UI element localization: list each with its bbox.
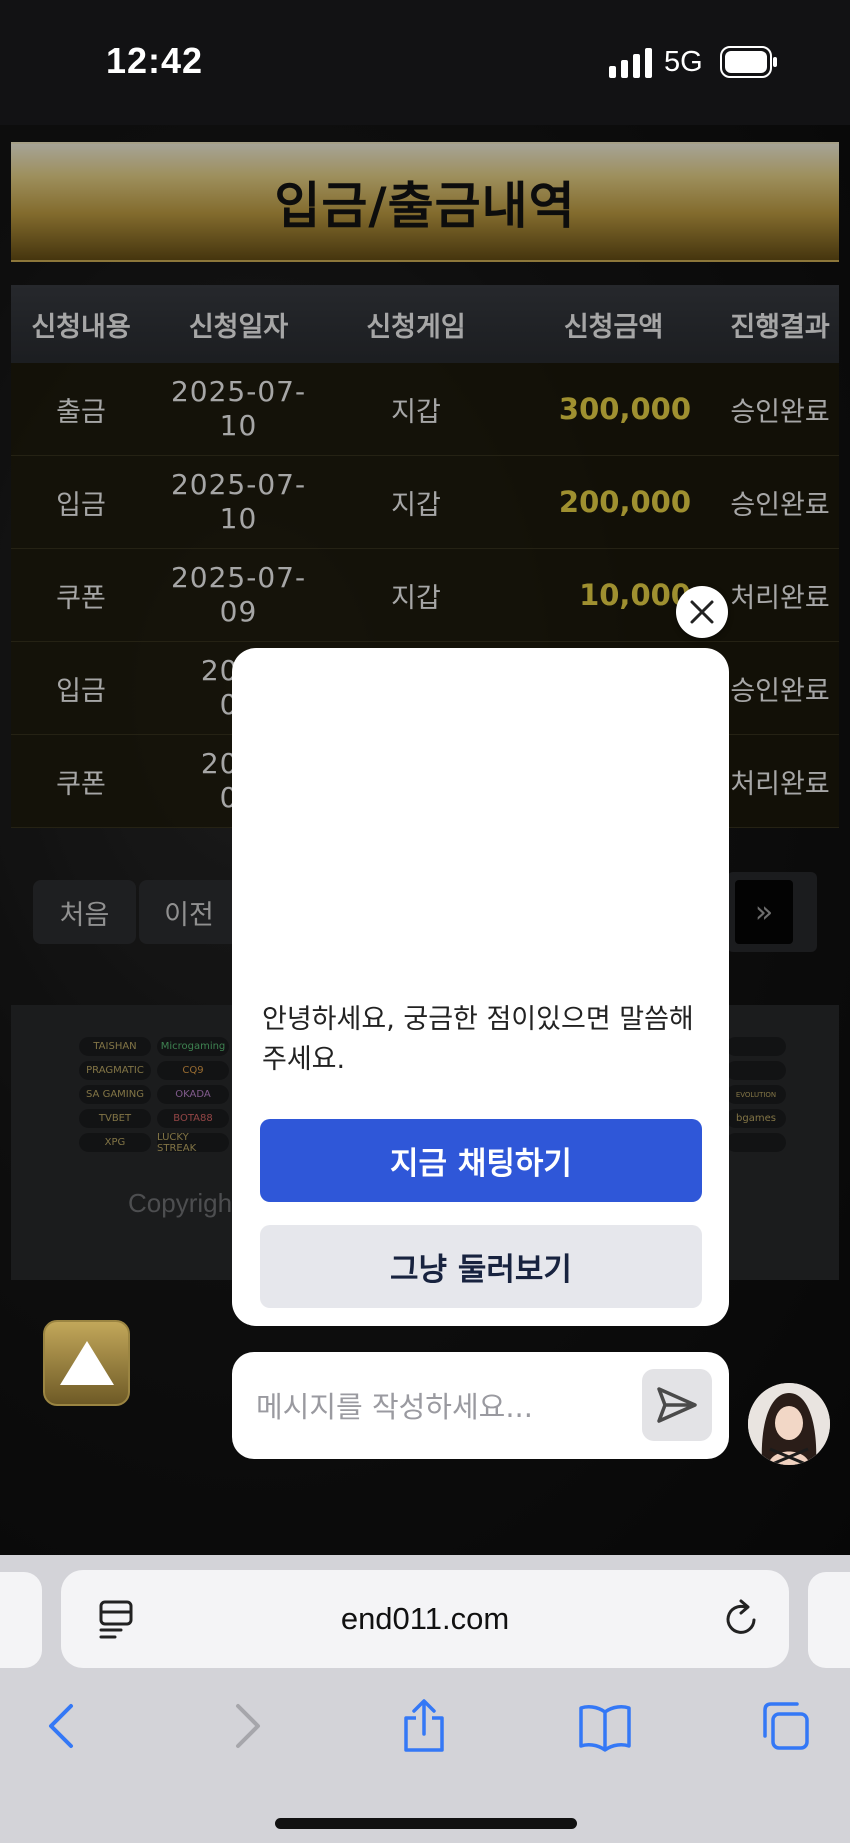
prev-tab-preview[interactable] [0,1572,42,1668]
chat-close-button[interactable] [676,586,728,638]
reload-icon[interactable] [721,1598,761,1640]
tab-overview-icon[interactable] [757,1698,813,1754]
status-time: 12:42 [106,40,204,81]
back-icon[interactable] [35,1698,91,1754]
signal-icon [609,48,652,78]
bookmarks-icon[interactable] [577,1698,633,1754]
chat-popup: 안녕하세요, 궁금한 점이있으면 말씀해주세요. 지금 채팅하기 그냥 둘러보기 [232,648,729,1326]
message-input-box[interactable]: 메시지를 작성하세요... [232,1352,729,1459]
agent-photo [748,1383,830,1465]
send-icon [657,1387,697,1423]
start-chat-button[interactable]: 지금 채팅하기 [260,1119,702,1202]
share-icon[interactable] [396,1698,452,1754]
home-indicator [275,1818,577,1829]
url-text[interactable]: end011.com [61,1570,789,1668]
network-label: 5G [664,46,703,78]
chat-greeting: 안녕하세요, 궁금한 점이있으면 말씀해주세요. [262,1004,694,1075]
status-bar: 12:42 5G [0,0,850,125]
send-button[interactable] [642,1369,712,1441]
browse-button[interactable]: 그냥 둘러보기 [260,1225,702,1308]
browser-chrome: end011.com [0,1555,850,1843]
scroll-top-button[interactable] [43,1320,130,1406]
close-icon [690,600,714,624]
address-bar[interactable]: end011.com [61,1570,789,1668]
battery-icon [720,46,777,78]
forward-icon[interactable] [218,1698,274,1754]
scroll-up-icon [59,1341,114,1385]
next-tab-preview[interactable] [808,1572,850,1668]
agent-avatar[interactable] [748,1383,830,1465]
message-input[interactable]: 메시지를 작성하세요... [256,1384,533,1426]
